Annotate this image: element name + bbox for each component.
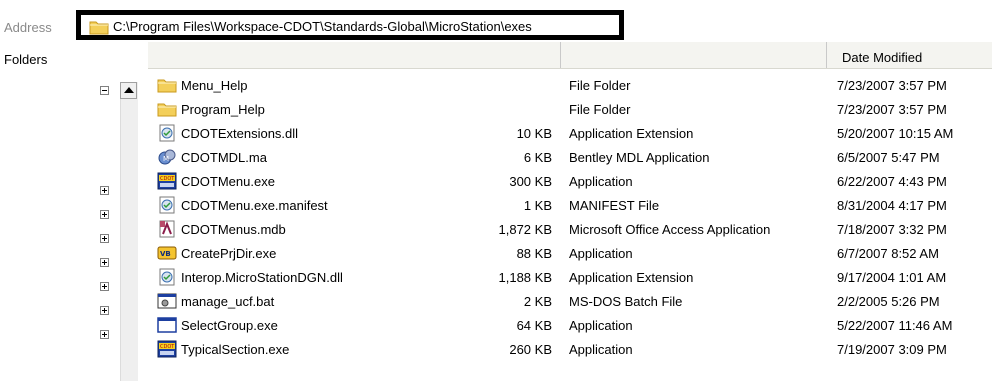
folder-icon bbox=[157, 79, 177, 93]
file-name[interactable]: CreatePrjDir.exe bbox=[181, 246, 276, 261]
file-date-modified: 6/5/2007 5:47 PM bbox=[837, 150, 940, 165]
file-size: 6 KB bbox=[523, 150, 552, 165]
file-date-modified: 2/2/2005 5:26 PM bbox=[837, 294, 940, 309]
folder-icon bbox=[89, 21, 109, 35]
file-row[interactable]: manage_ucf.bat 2 KB MS-DOS Batch File 2/2/2… bbox=[0, 290, 992, 314]
file-size: 1,188 KB bbox=[498, 270, 553, 285]
file-row[interactable]: CDOTMenus.mdb 1,872 KB Microsoft Office Ac… bbox=[0, 218, 992, 242]
file-name[interactable]: Menu_Help bbox=[181, 78, 248, 93]
file-size: 300 KB bbox=[509, 174, 552, 189]
file-date-modified: 6/7/2007 8:52 AM bbox=[837, 246, 939, 261]
file-date-modified: 9/17/2004 1:01 AM bbox=[837, 270, 947, 285]
file-size: 64 KB bbox=[516, 318, 552, 333]
file-type: Bentley MDL Application bbox=[569, 150, 710, 165]
dll-icon bbox=[159, 268, 175, 286]
file-row[interactable]: SelectGroup.exe 64 KB Application 5/22/2007… bbox=[0, 314, 992, 338]
file-row[interactable]: VB CreatePrjDir.exe 88 KB Application 6/7/20… bbox=[0, 242, 992, 266]
file-name[interactable]: CDOTExtensions.dll bbox=[181, 126, 298, 141]
file-size: 1,872 KB bbox=[498, 222, 553, 237]
file-row[interactable]: Menu_Help File Folder 7/23/2007 3:57 PM bbox=[0, 74, 992, 98]
file-name[interactable]: CDOTMDL.ma bbox=[181, 150, 267, 165]
file-row[interactable]: Program_Help File Folder 7/23/2007 3:57 PM bbox=[0, 98, 992, 122]
cdot-exe-icon: CDOT bbox=[157, 172, 177, 190]
file-type: MS-DOS Batch File bbox=[569, 294, 683, 309]
manifest-icon bbox=[159, 196, 175, 214]
file-type: File Folder bbox=[569, 78, 631, 93]
file-type: Application Extension bbox=[569, 270, 694, 285]
folders-pane-label: Folders bbox=[4, 52, 48, 67]
file-date-modified: 8/31/2004 4:17 PM bbox=[837, 198, 947, 213]
file-type: MANIFEST File bbox=[569, 198, 660, 213]
file-size: 260 KB bbox=[509, 342, 552, 357]
file-date-modified: 6/22/2007 4:43 PM bbox=[837, 174, 947, 189]
file-name[interactable]: CDOTMenus.mdb bbox=[181, 222, 286, 237]
file-row[interactable]: CDOT TypicalSection.exe 260 KB Application 7… bbox=[0, 338, 992, 362]
file-date-modified: 7/18/2007 3:32 PM bbox=[837, 222, 947, 237]
svg-text:CDOT: CDOT bbox=[160, 344, 175, 350]
file-row[interactable]: Interop.MicroStationDGN.dll 1,188 KB Appli… bbox=[0, 266, 992, 290]
file-size: 1 KB bbox=[523, 198, 552, 213]
file-date-modified: 7/23/2007 3:57 PM bbox=[837, 78, 947, 93]
vb-exe-icon: VB bbox=[157, 246, 177, 260]
svg-text:M: M bbox=[163, 155, 169, 163]
file-type: Application bbox=[569, 342, 633, 357]
file-row[interactable]: CDOT CDOTMenu.exe 300 KB Application 6/22/20… bbox=[0, 170, 992, 194]
mdl-icon: M bbox=[158, 149, 176, 165]
file-date-modified: 5/22/2007 11:46 AM bbox=[837, 318, 953, 333]
file-type: Microsoft Office Access Application bbox=[569, 222, 771, 237]
svg-text:CDOT: CDOT bbox=[160, 176, 175, 182]
file-type: File Folder bbox=[569, 102, 631, 117]
file-name[interactable]: SelectGroup.exe bbox=[181, 318, 278, 333]
cdot-exe-icon: CDOT bbox=[157, 340, 177, 358]
file-date-modified: 7/23/2007 3:57 PM bbox=[837, 102, 947, 117]
file-type: Application Extension bbox=[569, 126, 694, 141]
svg-text:VB: VB bbox=[160, 250, 171, 258]
address-label: Address bbox=[4, 20, 52, 35]
file-size: 10 KB bbox=[516, 126, 552, 141]
window-exe-icon bbox=[157, 317, 177, 333]
file-size: 88 KB bbox=[516, 246, 552, 261]
dll-icon bbox=[159, 124, 175, 142]
file-type: Application bbox=[569, 318, 633, 333]
file-row[interactable]: CDOTExtensions.dll 10 KB Application Exten… bbox=[0, 122, 992, 146]
file-date-modified: 7/19/2007 3:09 PM bbox=[837, 342, 947, 357]
file-name[interactable]: CDOTMenu.exe bbox=[181, 174, 275, 189]
file-size: 2 KB bbox=[523, 294, 552, 309]
file-row[interactable]: CDOTMenu.exe.manifest 1 KB MANIFEST File 8/… bbox=[0, 194, 992, 218]
folder-icon bbox=[157, 103, 177, 117]
file-date-modified: 5/20/2007 10:15 AM bbox=[837, 126, 954, 141]
file-type: Application bbox=[569, 174, 633, 189]
file-name[interactable]: CDOTMenu.exe.manifest bbox=[181, 198, 328, 213]
column-divider[interactable] bbox=[560, 42, 561, 68]
file-row[interactable]: M CDOTMDL.ma 6 KB Bentley MDL Application 6/… bbox=[0, 146, 992, 170]
file-type: Application bbox=[569, 246, 633, 261]
file-name[interactable]: Program_Help bbox=[181, 102, 265, 117]
column-date-modified[interactable]: Date Modified bbox=[842, 50, 922, 65]
address-bar[interactable]: C:\Program Files\Workspace-CDOT\Standard… bbox=[76, 10, 624, 40]
access-icon bbox=[159, 220, 175, 238]
batch-icon bbox=[157, 293, 177, 309]
address-path[interactable]: C:\Program Files\Workspace-CDOT\Standard… bbox=[113, 19, 532, 34]
column-divider[interactable] bbox=[826, 42, 827, 68]
file-name[interactable]: manage_ucf.bat bbox=[181, 294, 274, 309]
file-name[interactable]: TypicalSection.exe bbox=[181, 342, 289, 357]
file-name[interactable]: Interop.MicroStationDGN.dll bbox=[181, 270, 343, 285]
